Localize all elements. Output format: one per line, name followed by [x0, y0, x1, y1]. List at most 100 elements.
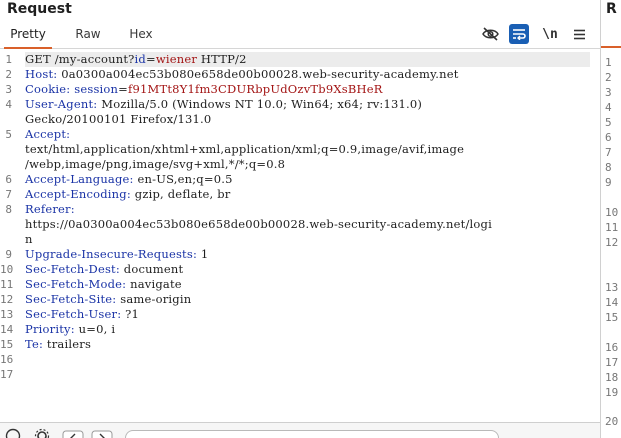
header-sec-fetch-mode: Sec-Fetch-Mode: navigate	[25, 277, 182, 292]
line-number: 17	[605, 356, 619, 369]
eye-off-icon-svg	[481, 27, 499, 41]
header-accept-cont: text/html,application/xhtml+xml,applicat…	[25, 142, 465, 156]
header-value: Mozilla/5.0 (Windows NT 10.0; Win64; x64…	[97, 97, 423, 111]
header-te: Te: trailers	[25, 337, 91, 352]
previous-match-icon[interactable]	[62, 427, 84, 438]
help-icon[interactable]	[5, 427, 21, 438]
cookie-eq: =	[118, 82, 128, 96]
line-number: 12	[0, 293, 14, 306]
header-user-agent: User-Agent: Mozilla/5.0 (Windows NT 10.0…	[25, 97, 422, 112]
tab-hex[interactable]: Hex	[122, 22, 160, 47]
wrap-lines-icon[interactable]	[509, 24, 529, 44]
line-number: 3	[5, 83, 12, 96]
request-line: GET /my-account?id=wiener HTTP/2	[25, 52, 590, 67]
gear-icon[interactable]	[34, 427, 50, 438]
line-number: 6	[605, 131, 612, 144]
header-name: Accept-Language:	[25, 172, 134, 186]
header-value: 1	[197, 247, 209, 261]
line-number: 18	[605, 371, 619, 384]
line-number: 10	[605, 206, 619, 219]
line-number: 6	[5, 173, 12, 186]
header-value: en-US,en;q=0.5	[133, 172, 233, 186]
line-number: 3	[605, 86, 612, 99]
header-priority: Priority: u=0, i	[25, 322, 115, 337]
header-referer-cont: https://0a0300a004ec53b080e658de00b00028…	[25, 217, 492, 231]
header-value: 0a0300a004ec53b080e658de00b00028.web-sec…	[57, 67, 459, 81]
header-value: navigate	[126, 277, 182, 291]
header-name: Sec-Fetch-Mode:	[25, 277, 127, 291]
line-number: 15	[605, 311, 619, 324]
request-protocol: HTTP/2	[197, 52, 247, 66]
header-name: Referer:	[25, 202, 75, 216]
line-number: 11	[605, 221, 619, 234]
query-param-value: wiener	[155, 52, 198, 66]
line-number: 8	[5, 203, 12, 216]
header-accept-language: Accept-Language: en-US,en;q=0.5	[25, 172, 233, 187]
wrap-lines-icon-svg	[513, 29, 526, 40]
header-value: document	[119, 262, 184, 276]
line-number: 15	[0, 338, 14, 351]
request-panel: Request Pretty Raw Hex \n 1 2 3 4 5 6 7 …	[0, 0, 600, 438]
line-number: 5	[5, 128, 12, 141]
cookie-name: session	[70, 82, 119, 96]
menu-icon-svg	[573, 29, 585, 39]
line-number: 11	[0, 278, 14, 291]
tab-pretty[interactable]: Pretty	[4, 22, 52, 49]
newline-label: \n	[542, 26, 558, 42]
header-accept-encoding: Accept-Encoding: gzip, deflate, br	[25, 187, 231, 202]
line-number: 4	[605, 101, 612, 114]
query-param-name: id	[134, 52, 146, 66]
header-sec-fetch-site: Sec-Fetch-Site: same-origin	[25, 292, 191, 307]
header-referer-cont: n	[25, 232, 33, 246]
line-number: 9	[5, 248, 12, 261]
line-number: 10	[0, 263, 14, 276]
header-value: u=0, i	[74, 322, 116, 336]
line-number: 14	[0, 323, 14, 336]
response-tab-indicator	[601, 46, 621, 48]
header-value: trailers	[43, 337, 92, 351]
header-name: Accept:	[25, 127, 71, 141]
newline-icon[interactable]: \n	[540, 24, 560, 44]
line-number: 12	[605, 236, 619, 249]
header-accept-cont: /webp,image/png,image/svg+xml,*/*;q=0.8	[25, 157, 286, 171]
line-number: 13	[0, 308, 14, 321]
header-name: Sec-Fetch-Site:	[25, 292, 117, 306]
line-number: 5	[605, 116, 612, 129]
header-name: Te:	[25, 337, 44, 351]
header-sec-fetch-user: Sec-Fetch-User: ?1	[25, 307, 139, 322]
eye-off-icon[interactable]	[480, 24, 500, 44]
header-sec-fetch-dest: Sec-Fetch-Dest: document	[25, 262, 183, 277]
line-number: 9	[605, 176, 612, 189]
header-accept: Accept:	[25, 127, 70, 142]
header-host: Host: 0a0300a004ec53b080e658de00b00028.w…	[25, 67, 459, 82]
line-number: 19	[605, 386, 619, 399]
response-panel-title: R	[606, 1, 617, 17]
request-method-path: GET /my-account?	[25, 52, 135, 66]
cookie-value: f91MTt8Y1fm3CDURbpUdOzvTb9XsBHeR	[128, 82, 383, 96]
header-cookie: Cookie: session=f91MTt8Y1fm3CDURbpUdOzvT…	[25, 82, 383, 97]
header-value: ?1	[121, 307, 140, 321]
header-name: Sec-Fetch-User:	[25, 307, 122, 321]
request-search-bar	[0, 422, 600, 438]
header-user-agent-cont: Gecko/20100101 Firefox/131.0	[25, 112, 212, 126]
line-number: 2	[5, 68, 12, 81]
line-number: 17	[0, 368, 14, 381]
request-panel-title: Request	[7, 1, 72, 17]
line-number: 2	[605, 71, 612, 84]
request-editor[interactable]: 1 2 3 4 5 6 7 8 9 10 11 12 13 14 15 16 1…	[0, 52, 600, 422]
next-match-icon[interactable]	[91, 427, 113, 438]
line-number: 1	[605, 56, 612, 69]
line-number: 13	[605, 281, 619, 294]
query-param-eq: =	[145, 52, 156, 66]
header-value: same-origin	[116, 292, 192, 306]
line-number: 7	[605, 146, 612, 159]
header-referer: Referer:	[25, 202, 75, 217]
header-name: User-Agent:	[25, 97, 98, 111]
header-value: gzip, deflate, br	[130, 187, 231, 201]
tab-raw[interactable]: Raw	[68, 22, 108, 47]
header-name: Sec-Fetch-Dest:	[25, 262, 120, 276]
menu-icon[interactable]	[569, 24, 589, 44]
line-number: 4	[5, 98, 12, 111]
search-input[interactable]	[125, 430, 499, 438]
header-upgrade-insecure: Upgrade-Insecure-Requests: 1	[25, 247, 208, 262]
